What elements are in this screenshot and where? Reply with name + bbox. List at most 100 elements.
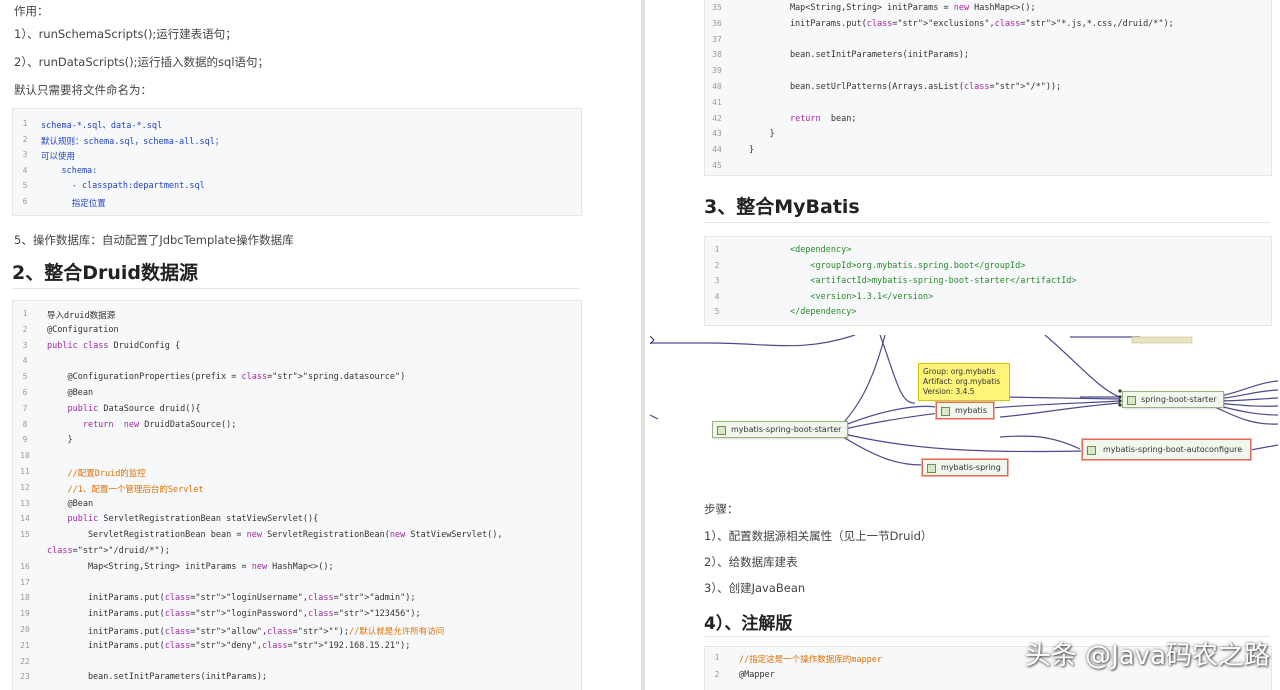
code-line: initParams.put(class="str">"loginPasswor… bbox=[47, 609, 421, 620]
version-note: Group: org.mybatis Artifact: org.mybatis… bbox=[918, 363, 1010, 401]
line-number: 45 bbox=[712, 161, 722, 170]
code-line: <groupId>org.mybatis.spring.boot</groupI… bbox=[810, 260, 1026, 271]
line-number: 38 bbox=[712, 50, 722, 60]
step-3: 3）、创建JavaBean bbox=[704, 581, 806, 595]
node-mybatis-spring-boot-starter[interactable]: mybatis-spring-boot-starter bbox=[712, 421, 849, 438]
code-line: @Mapper bbox=[739, 670, 775, 680]
code-line: schema-*.sql、data-*.sql bbox=[41, 121, 163, 131]
intro-line-2: 2）、runDataScripts();运行插入数据的sql语句； bbox=[14, 55, 270, 69]
line-number: 1 bbox=[714, 653, 720, 662]
watermark: 头条 @Java码农之路 bbox=[1024, 641, 1270, 671]
heading-annotation: 4）、注解版 bbox=[704, 614, 793, 634]
code-line: Map<String,String> initParams = new Hash… bbox=[47, 561, 334, 572]
line-number: 40 bbox=[712, 82, 722, 91]
code-line: public DataSource druid(){ bbox=[67, 403, 201, 414]
line-number: 9 bbox=[22, 435, 28, 445]
line-number: 4 bbox=[714, 291, 720, 301]
line-number: 37 bbox=[712, 34, 722, 44]
line-number: 3 bbox=[714, 276, 720, 285]
jar-icon bbox=[717, 426, 726, 435]
code-line: class="str">"/druid/*"); bbox=[47, 546, 170, 556]
jar-icon bbox=[1127, 396, 1136, 405]
line-number: 3 bbox=[22, 340, 28, 350]
code-line: return new DruidDataSource(); bbox=[82, 419, 237, 430]
jar-icon bbox=[927, 464, 936, 473]
line-number: 5 bbox=[22, 372, 28, 382]
step-2: 2）、给数据库建表 bbox=[704, 555, 798, 569]
line-number: 2 bbox=[22, 324, 28, 334]
node-label: mybatis bbox=[955, 406, 988, 415]
line-number: 35 bbox=[712, 3, 722, 12]
line-number: 2 bbox=[714, 670, 720, 679]
heading-druid: 2、整合Druid数据源 bbox=[12, 262, 199, 284]
jar-icon bbox=[1087, 446, 1096, 455]
step-5-text: 5、操作数据库：自动配置了JdbcTemplate操作数据库 bbox=[14, 233, 294, 247]
code-line: public ServletRegistrationBean statViewS… bbox=[67, 514, 319, 525]
code-line: 指定位置 bbox=[41, 198, 106, 209]
code-line: @Bean bbox=[47, 498, 94, 509]
line-number: 36 bbox=[712, 18, 722, 28]
code-line: <dependency> bbox=[789, 245, 852, 255]
node-mybatis-autoconfigure[interactable]: mybatis-spring-boot-autoconfigure bbox=[1082, 439, 1252, 460]
code-line: //指定这是一个操作数据库的mapper bbox=[739, 655, 882, 665]
line-number: 7 bbox=[22, 403, 28, 413]
note-line-3: Version: 3.4.5 bbox=[923, 387, 975, 396]
code-line: - classpath:department.sql bbox=[41, 181, 205, 191]
code-line: </dependency> bbox=[789, 307, 857, 317]
node-mybatis[interactable]: mybatis bbox=[936, 402, 995, 419]
line-number: 20 bbox=[20, 625, 30, 634]
line-number: 3 bbox=[22, 150, 28, 159]
line-number: 44 bbox=[712, 145, 722, 155]
line-number: 1 bbox=[22, 309, 28, 318]
line-number: 16 bbox=[20, 561, 30, 571]
right-page: 35 Map<String,String> initParams = new H… bbox=[648, 0, 1280, 690]
code-line: 导入druid数据源 bbox=[47, 311, 116, 321]
line-number: 15 bbox=[20, 530, 30, 540]
code-line: ServletRegistrationBean bean = new Servl… bbox=[47, 530, 503, 541]
node-label: mybatis-spring-boot-autoconfigure bbox=[1103, 445, 1243, 454]
line-number: 2 bbox=[22, 134, 28, 144]
node-label: mybatis-spring-boot-starter bbox=[731, 425, 842, 434]
line-number: 19 bbox=[20, 609, 30, 619]
jar-icon bbox=[941, 407, 950, 416]
heading-underline-2 bbox=[704, 222, 1270, 223]
code-line: public class DruidConfig { bbox=[47, 340, 181, 351]
code-block-schema: 1 schema-*.sql、data-*.sql 2 默认规则：schema.sql… bbox=[12, 108, 582, 216]
line-number: 1 bbox=[22, 119, 28, 128]
intro-line-3: 默认只需要将文件命名为： bbox=[14, 83, 152, 97]
code-line: initParams.put(class="str">"allow",class… bbox=[47, 627, 445, 637]
line-number: 10 bbox=[20, 451, 30, 461]
left-page: 作用： 1）、runSchemaScripts();运行建表语句； 2）、run… bbox=[0, 0, 640, 690]
code-line: bean.setInitParameters(initParams); bbox=[749, 50, 970, 61]
step-1: 1）、配置数据源相关属性（见上一节Druid） bbox=[704, 529, 933, 543]
code-line: initParams.put(class="str">"loginUsernam… bbox=[47, 593, 416, 604]
line-number: 8 bbox=[22, 419, 28, 429]
code-line: schema: bbox=[41, 165, 98, 176]
line-number: 22 bbox=[20, 656, 30, 666]
line-number: 6 bbox=[22, 196, 28, 206]
line-number: 39 bbox=[712, 66, 722, 76]
code-line: return bean; bbox=[789, 113, 857, 124]
line-number: 21 bbox=[20, 640, 30, 650]
code-line: } bbox=[749, 145, 755, 156]
code-line: <version>1.3.1</version> bbox=[810, 291, 934, 302]
code-line: //1、配置一个管理后台的Servlet bbox=[67, 484, 204, 495]
line-number: 14 bbox=[20, 514, 30, 524]
line-number: 4 bbox=[22, 356, 28, 366]
line-number: 42 bbox=[712, 113, 722, 123]
code-block-dependency: 1 <dependency> 2 <groupId>org.mybatis.spr… bbox=[704, 236, 1272, 326]
line-number: 5 bbox=[714, 307, 720, 316]
page-divider bbox=[641, 0, 645, 690]
line-number: 18 bbox=[20, 593, 30, 603]
code-line: <artifactId>mybatis-spring-boot-starter<… bbox=[810, 276, 1077, 286]
code-line: 可以使用 bbox=[41, 152, 76, 162]
node-label: mybatis-spring bbox=[941, 463, 1001, 472]
line-number: 23 bbox=[20, 672, 30, 682]
node-spring-boot-starter[interactable]: spring-boot-starter bbox=[1122, 391, 1224, 408]
dependency-diagram: Group: org.mybatis Artifact: org.mybatis… bbox=[650, 335, 1278, 485]
node-mybatis-spring[interactable]: mybatis-spring bbox=[922, 459, 1008, 476]
line-number: 17 bbox=[20, 577, 30, 587]
line-number: 5 bbox=[22, 181, 28, 190]
code-line: initParams.put(class="str">"deny",class=… bbox=[47, 640, 411, 651]
code-line: //配置Druid的监控 bbox=[67, 469, 146, 479]
